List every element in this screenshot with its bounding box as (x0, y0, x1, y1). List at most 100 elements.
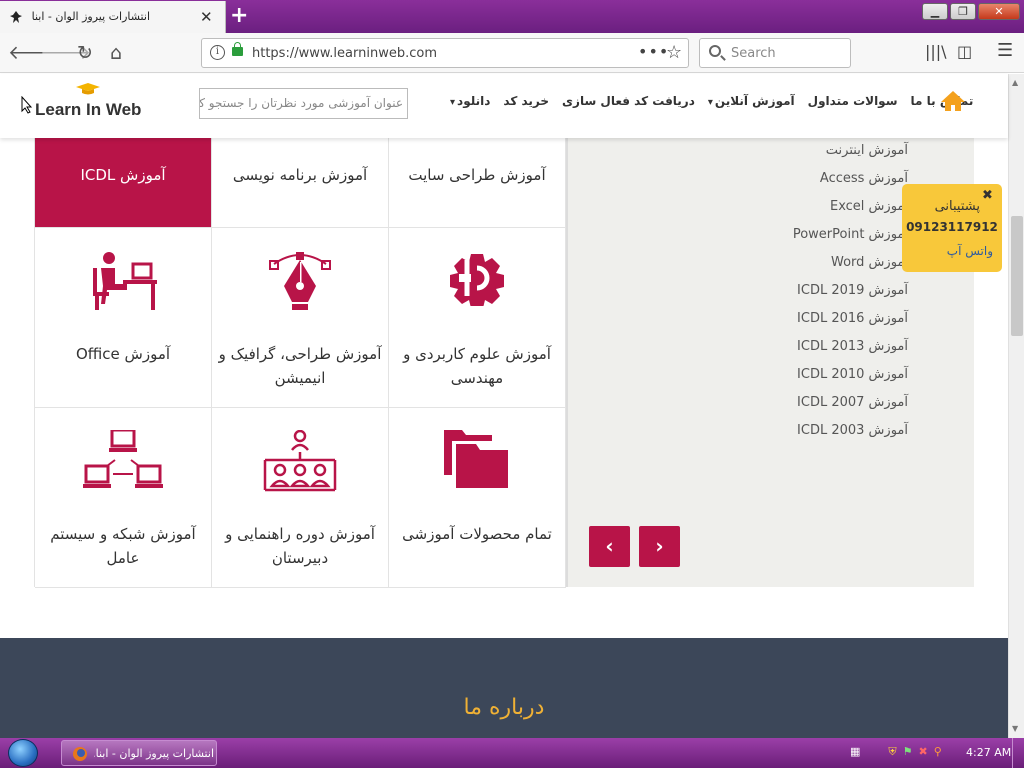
subcategory-icdl-2010[interactable]: آموزش ICDL 2010 (793, 365, 908, 393)
subcategory-icdl-2019[interactable]: آموزش ICDL 2019 (793, 281, 908, 309)
browser-search-input[interactable]: Search (699, 38, 851, 68)
subcategory-word[interactable]: آموزش Word (793, 253, 908, 281)
category-grid: آموزش ICDL آموزش برنامه نویسی آموزش طراح… (34, 137, 566, 588)
folders-icon (444, 430, 508, 488)
browser-search-placeholder: Search (731, 46, 776, 61)
category-tab-web-design[interactable]: آموزش طراحی سایت (389, 137, 566, 228)
gear-engineering-icon (450, 254, 504, 306)
network-error-icon[interactable]: ✖ (919, 745, 928, 759)
category-label: آموزش طراحی، گرافیک و انیمیشن (218, 345, 382, 387)
about-heading: درباره ما (463, 695, 545, 720)
mouse-cursor-icon (21, 96, 33, 114)
subcategory-powerpoint[interactable]: آموزش PowerPoint (793, 225, 908, 253)
sidebar-toggle-icon[interactable]: ◫ (957, 42, 972, 61)
menu-item-download[interactable]: دانلود (450, 94, 490, 108)
back-arrow-icon[interactable]: 🡐 (8, 41, 59, 65)
page-scrollbar[interactable]: ▲ ▼ (1008, 74, 1024, 738)
forward-arrow-icon[interactable]: 🡒 (40, 41, 91, 65)
browser-nav-bar: 🡐 🡒 ↻ ⌂ i https://www.learninweb.com •••… (0, 33, 1024, 73)
pen-tool-icon (269, 252, 331, 310)
support-title: پشتیبانی (934, 199, 980, 214)
url-text[interactable]: https://www.learninweb.com (252, 46, 437, 61)
taskbar-firefox-item[interactable]: انتشارات پیروز الوان - ابنا... (61, 740, 217, 766)
clock[interactable]: 4:27 AM (966, 746, 1011, 759)
search-tray-icon[interactable]: ⚲ (934, 745, 942, 759)
category-school[interactable]: آموزش دوره راهنمایی و دبیرستان (212, 408, 389, 588)
subcategory-icdl-2007[interactable]: آموزش ICDL 2007 (793, 393, 908, 421)
address-bar[interactable]: i https://www.learninweb.com ••• ☆ (201, 38, 689, 68)
main-menu: دانلود خرید کد دریافت کد فعال سازی آموزش… (450, 94, 973, 108)
subcategory-access[interactable]: آموزش Access (793, 169, 908, 197)
about-section: درباره ما (0, 638, 1008, 738)
subcategory-excel[interactable]: آموزش Excel (793, 197, 908, 225)
start-button[interactable] (8, 739, 38, 767)
category-tab-programming[interactable]: آموزش برنامه نویسی (212, 137, 389, 228)
subcategory-list: آموزش اینترنت آموزش Access آموزش Excel آ… (793, 141, 908, 449)
close-tab-icon[interactable]: ✕ (200, 8, 213, 26)
site-header: Learn In Web عنوان آموزشی مورد نظرتان را… (0, 74, 1008, 138)
subcategory-icdl-2003[interactable]: آموزش ICDL 2003 (793, 421, 908, 449)
students-group-icon (263, 430, 337, 492)
scroll-thumb[interactable] (1011, 216, 1023, 336)
os-taskbar: انتشارات پیروز الوان - ابنا... ▦ ⛨ ⚑ ✖ ⚲… (0, 738, 1024, 768)
site-favicon-icon (10, 11, 22, 23)
category-office[interactable]: آموزش Office (35, 228, 212, 408)
home-icon[interactable]: ⌂ (104, 41, 128, 65)
category-network[interactable]: آموزش شبکه و سیستم عامل (35, 408, 212, 588)
firefox-icon (73, 747, 87, 761)
logo-text: Learn In Web (35, 100, 142, 119)
maximize-button[interactable]: ❐ (950, 3, 976, 20)
close-support-icon[interactable]: ✖ (982, 188, 993, 203)
next-arrow-button[interactable]: › (639, 526, 680, 567)
show-desktop-button[interactable] (1012, 738, 1024, 768)
office-worker-icon (93, 252, 157, 310)
prev-arrow-button[interactable]: ‹ (589, 526, 630, 567)
menu-item-buy-code[interactable]: خرید کد (503, 94, 549, 108)
subcategory-icdl-2013[interactable]: آموزش ICDL 2013 (793, 337, 908, 365)
support-whatsapp-link[interactable]: واتس آپ (947, 244, 993, 258)
category-label: آموزش Office (75, 345, 171, 363)
hamburger-menu-icon[interactable]: ☰ (997, 40, 1013, 61)
subcategory-internet[interactable]: آموزش اینترنت (793, 141, 908, 169)
category-graphic-design[interactable]: آموزش طراحی، گرافیک و انیمیشن (212, 228, 389, 408)
menu-item-activation-code[interactable]: دریافت کد فعال سازی (562, 94, 695, 108)
library-icon[interactable]: |||\ (925, 42, 947, 61)
secure-lock-icon (232, 42, 243, 56)
category-label: آموزش دوره راهنمایی و دبیرستان (225, 525, 375, 567)
browser-tab-bar: انتشارات پیروز الوان - ابناک ✕ + ▁ ❐ ✕ (0, 0, 1024, 33)
close-window-button[interactable]: ✕ (978, 3, 1020, 20)
category-label: تمام محصولات آموزشی (402, 525, 552, 543)
new-tab-button[interactable]: + (230, 3, 248, 28)
support-widget: ✖ پشتیبانی 09123117912 واتس آپ (902, 184, 1002, 272)
category-all-products[interactable]: تمام محصولات آموزشی (389, 408, 566, 588)
keyboard-icon[interactable]: ▦ (850, 745, 860, 759)
scroll-up-icon[interactable]: ▲ (1012, 78, 1018, 87)
browser-tab[interactable]: انتشارات پیروز الوان - ابناک ✕ (0, 1, 226, 33)
graduation-cap-icon (76, 83, 100, 95)
category-tab-icdl[interactable]: آموزش ICDL (35, 137, 212, 228)
site-info-icon[interactable]: i (210, 45, 225, 60)
category-label: آموزش علوم کاربردی و مهندسی (403, 345, 551, 387)
bookmark-star-icon[interactable]: ☆ (666, 42, 682, 63)
reload-icon[interactable]: ↻ (73, 41, 97, 65)
site-search-input[interactable]: عنوان آموزشی مورد نظرتان را جستجو کنید (199, 88, 408, 119)
search-icon (709, 45, 721, 57)
menu-item-faq[interactable]: سوالات متداول (808, 94, 898, 108)
subcategory-icdl-2016[interactable]: آموزش ICDL 2016 (793, 309, 908, 337)
category-label: آموزش شبکه و سیستم عامل (50, 525, 196, 567)
taskbar-item-title: انتشارات پیروز الوان - ابنا... (94, 747, 214, 760)
support-phone[interactable]: 09123117912 (902, 220, 1002, 234)
window-controls: ▁ ❐ ✕ (922, 3, 1020, 20)
tab-title: انتشارات پیروز الوان - ابناک (32, 10, 150, 23)
minimize-button[interactable]: ▁ (922, 3, 948, 20)
flag-icon[interactable]: ⚑ (903, 745, 913, 759)
site-logo[interactable]: Learn In Web (35, 83, 142, 120)
page-actions-icon[interactable]: ••• (638, 42, 669, 61)
scroll-down-icon[interactable]: ▼ (1012, 724, 1018, 733)
system-tray: ▦ ⛨ ⚑ ✖ ⚲ (850, 745, 942, 759)
security-shield-icon[interactable]: ⛨ (888, 745, 896, 759)
site-home-icon[interactable] (940, 90, 966, 112)
category-engineering[interactable]: آموزش علوم کاربردی و مهندسی (389, 228, 566, 408)
network-icon (83, 430, 163, 488)
menu-item-online-learning[interactable]: آموزش آنلاین (708, 94, 795, 108)
